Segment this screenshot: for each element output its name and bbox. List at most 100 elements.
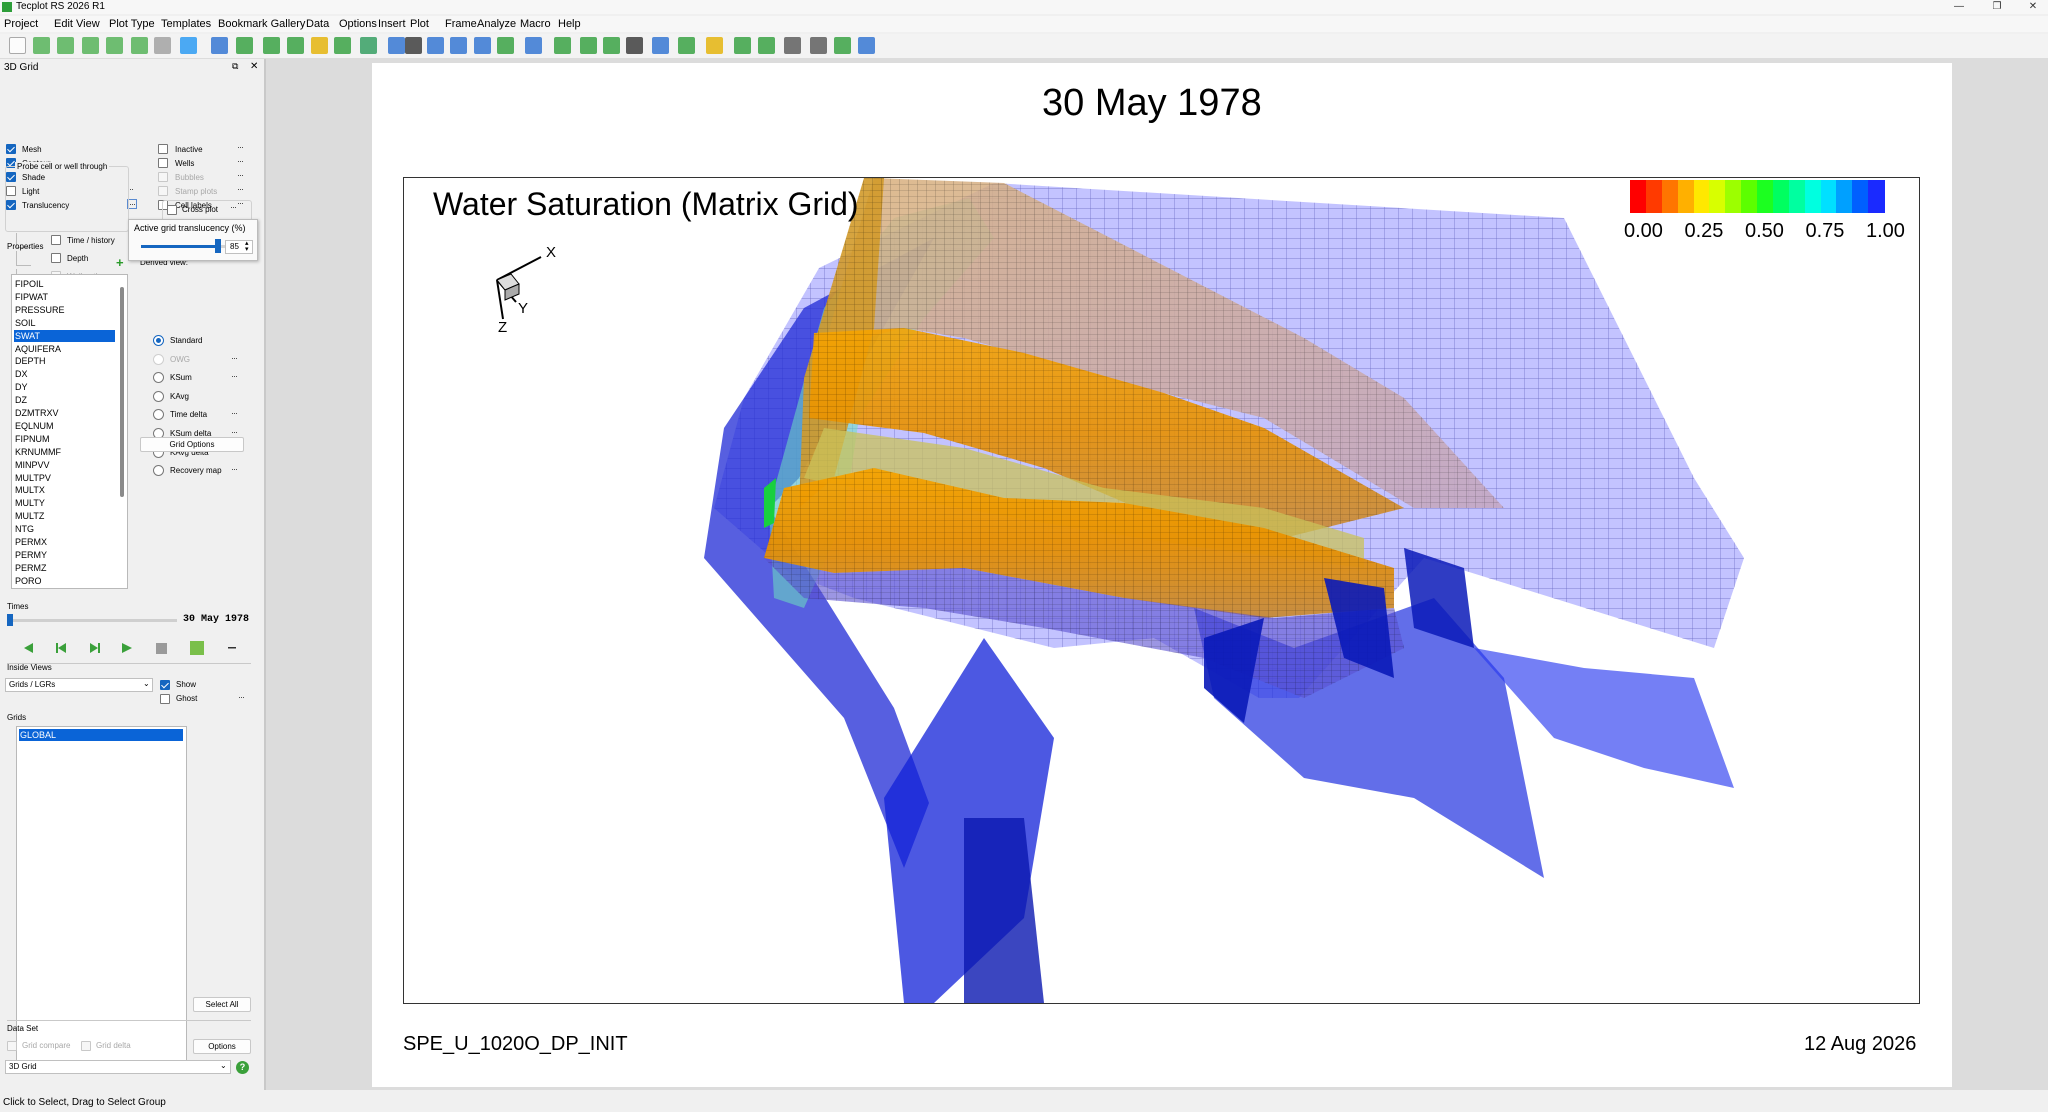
time-slider-track[interactable] <box>7 619 177 622</box>
derived-ksum-radio[interactable] <box>153 372 164 384</box>
contour-legend-bar[interactable] <box>1630 180 1885 213</box>
property-item-minpvv[interactable]: MINPVV <box>14 459 115 471</box>
layer-inactive-checkbox[interactable] <box>158 144 168 154</box>
property-item-dz[interactable]: DZ <box>14 394 115 406</box>
close-icon[interactable]: ✕ <box>2018 0 2048 14</box>
close-panel-icon[interactable]: ✕ <box>250 61 258 72</box>
derived-owg-radio[interactable] <box>153 353 164 365</box>
spin-down-icon[interactable]: ▾ <box>245 245 249 253</box>
property-item-multy[interactable]: MULTY <box>14 497 115 509</box>
minimize-icon[interactable]: — <box>1944 0 1974 14</box>
menu-bookmark-gallery[interactable]: Bookmark Gallery <box>218 18 305 30</box>
grid-options-button[interactable]: Grid Options <box>140 437 244 452</box>
dataset-options-button[interactable]: Options <box>193 1039 251 1054</box>
mesh-icon[interactable] <box>652 37 669 54</box>
grid-icon[interactable] <box>758 37 775 54</box>
derived-standard-radio[interactable] <box>153 335 164 346</box>
cross-plot-checkbox[interactable] <box>167 205 177 215</box>
load-data-icon[interactable] <box>33 37 50 54</box>
layer-bubbles-more-icon[interactable]: ··· <box>237 171 244 180</box>
ghost-checkbox[interactable] <box>160 694 170 704</box>
time-slider-thumb[interactable] <box>7 614 13 626</box>
property-item-aquifera[interactable]: AQUIFERA <box>14 343 115 355</box>
rotate-icon[interactable] <box>263 37 280 54</box>
help-icon[interactable]: ? <box>236 1061 249 1074</box>
menu-plot[interactable]: Plot <box>410 18 429 30</box>
annotation-icon[interactable] <box>450 37 467 54</box>
geometry-icon[interactable] <box>474 37 491 54</box>
equation-icon[interactable] <box>784 37 801 54</box>
add-data-icon[interactable] <box>57 37 74 54</box>
chart-icon[interactable] <box>706 37 723 54</box>
derived-recovery-map-more-icon[interactable]: ··· <box>231 465 238 474</box>
ghost-more-icon[interactable]: ··· <box>238 693 245 702</box>
menu-plot-type[interactable]: Plot Type <box>109 18 155 30</box>
show-checkbox[interactable] <box>160 680 170 690</box>
inside-views-select[interactable]: Grids / LGRs ⌄ <box>5 678 153 692</box>
fit-icon[interactable] <box>311 37 328 54</box>
property-item-swat[interactable]: SWAT <box>14 329 115 342</box>
save-icon[interactable] <box>180 37 197 54</box>
property-item-multpv[interactable]: MULTPV <box>14 472 115 484</box>
layer-mesh-checkbox[interactable] <box>6 144 16 154</box>
probe-depth-checkbox[interactable] <box>51 253 61 263</box>
cross-plot-more-icon[interactable]: ··· <box>230 203 237 212</box>
layer-wells-more-icon[interactable]: ··· <box>237 157 244 166</box>
layer-stamp-plots-checkbox[interactable] <box>158 186 168 196</box>
property-item-permx[interactable]: PERMX <box>14 536 115 548</box>
property-item-ntg[interactable]: NTG <box>14 523 115 535</box>
print-icon[interactable] <box>154 37 171 54</box>
restore-icon[interactable]: ❐ <box>1982 0 2012 14</box>
property-item-permy[interactable]: PERMY <box>14 549 115 561</box>
select-all-button[interactable]: Select All <box>193 997 251 1012</box>
probe-icon[interactable] <box>334 37 351 54</box>
menu-data[interactable]: Data <box>306 18 329 30</box>
zoom-icon[interactable] <box>211 37 228 54</box>
property-item-dx[interactable]: DX <box>14 368 115 380</box>
derived-recovery-map-radio[interactable] <box>153 465 164 477</box>
load-grid-icon[interactable] <box>131 37 148 54</box>
macro-icon[interactable] <box>834 37 851 54</box>
derived-time-delta-more-icon[interactable]: ··· <box>231 409 238 418</box>
derived-ksum-more-icon[interactable]: ··· <box>231 372 238 381</box>
property-item-depth[interactable]: DEPTH <box>14 355 115 367</box>
property-item-poro[interactable]: PORO <box>14 575 115 587</box>
reload-data-icon[interactable] <box>106 37 123 54</box>
translucency-slider-thumb[interactable] <box>214 239 221 253</box>
translate-icon[interactable] <box>236 37 253 54</box>
property-item-eqlnum[interactable]: EQLNUM <box>14 420 115 432</box>
layer-wells-checkbox[interactable] <box>158 158 168 168</box>
grid-compare-checkbox[interactable] <box>7 1041 17 1051</box>
frame-icon[interactable] <box>525 37 542 54</box>
menu-options[interactable]: Options <box>339 18 377 30</box>
property-item-permz[interactable]: PERMZ <box>14 562 115 574</box>
properties-scrollbar[interactable] <box>120 287 124 497</box>
property-item-fipoil[interactable]: FIPOIL <box>14 278 115 290</box>
probe-time-history-checkbox[interactable] <box>51 235 61 245</box>
float-panel-icon[interactable]: ⧉ <box>232 61 238 72</box>
derived-kavg-radio[interactable] <box>153 390 164 402</box>
translucency-spinbox[interactable]: 85 ▴ ▾ <box>225 240 253 254</box>
menu-insert[interactable]: Insert <box>378 18 406 30</box>
derived-owg-more-icon[interactable]: ··· <box>231 353 238 362</box>
property-item-dzmtrxv[interactable]: DZMTRXV <box>14 407 115 419</box>
grid-delta-checkbox[interactable] <box>81 1041 91 1051</box>
adjust-icon[interactable] <box>405 37 422 54</box>
contour-icon[interactable] <box>554 37 571 54</box>
pan-icon[interactable] <box>287 37 304 54</box>
property-item-multz[interactable]: MULTZ <box>14 510 115 522</box>
menu-edit[interactable]: Edit <box>54 18 73 30</box>
property-item-multx[interactable]: MULTX <box>14 484 115 496</box>
menu-view[interactable]: View <box>76 18 100 30</box>
3d-grid-frame[interactable]: X Y Z Water Saturation (Matrix Grid) 0.0… <box>403 177 1920 1004</box>
property-item-fipnum[interactable]: FIPNUM <box>14 433 115 445</box>
property-item-krnummf[interactable]: KRNUMMF <box>14 446 115 458</box>
refresh-icon[interactable] <box>360 37 377 54</box>
property-item-fipwat[interactable]: FIPWAT <box>14 291 115 303</box>
menu-templates[interactable]: Templates <box>161 18 211 30</box>
derived-time-delta-radio[interactable] <box>153 409 164 421</box>
text-icon[interactable] <box>427 37 444 54</box>
wizard-icon[interactable] <box>858 37 875 54</box>
reservoir-grid-render[interactable] <box>404 178 1919 1003</box>
menu-project[interactable]: Project <box>4 18 38 30</box>
